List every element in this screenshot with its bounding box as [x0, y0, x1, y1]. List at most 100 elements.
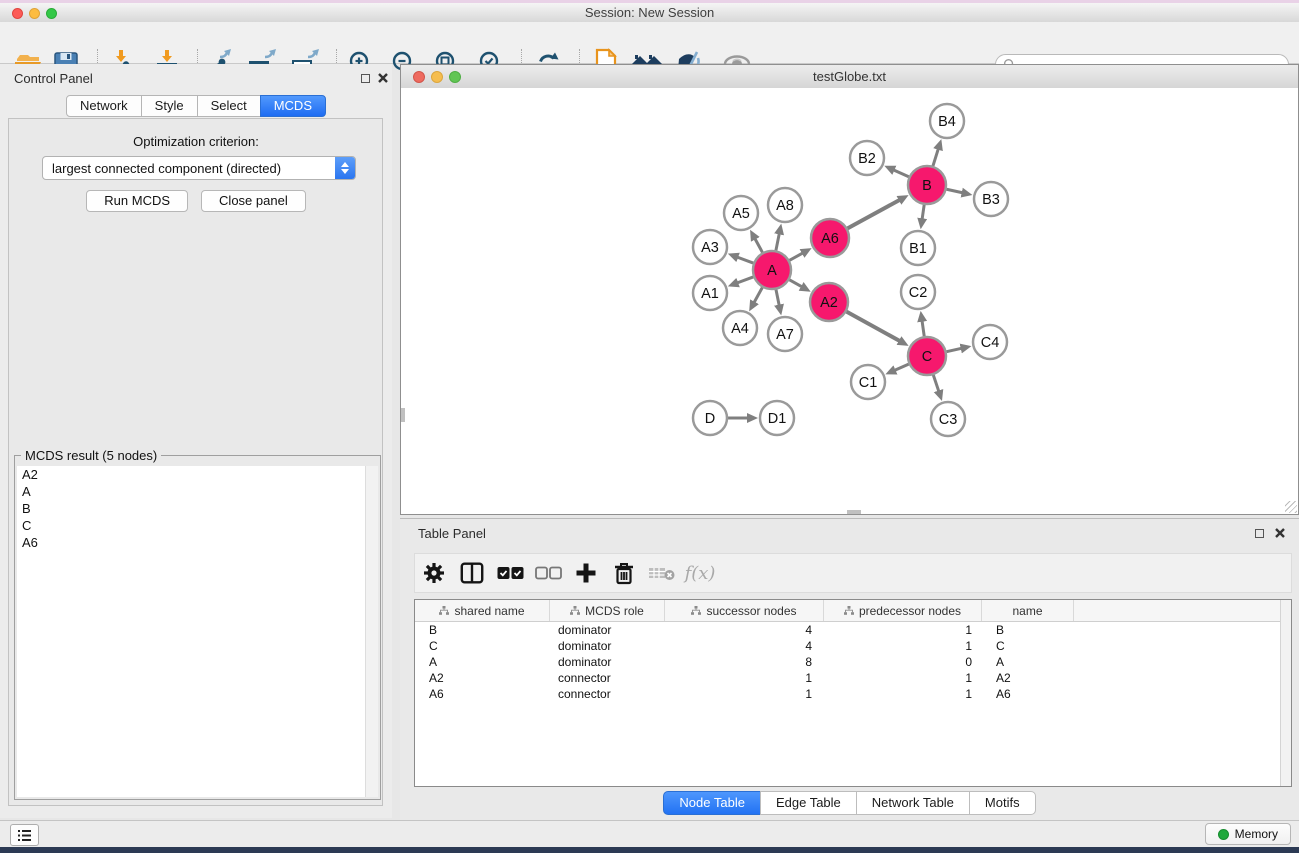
graph-edge-A-A6[interactable]: [790, 252, 804, 260]
graph-node-A2[interactable]: A2: [810, 283, 848, 321]
float-panel-button[interactable]: [358, 71, 372, 85]
table-row[interactable]: A6connector11A6: [415, 686, 1291, 702]
table-row[interactable]: Cdominator41C: [415, 638, 1291, 654]
main-titlebar[interactable]: Session: New Session: [0, 3, 1299, 23]
table-cell[interactable]: A: [415, 655, 550, 669]
graph-node-A3[interactable]: A3: [693, 230, 727, 264]
table-row[interactable]: A2connector11A2: [415, 670, 1291, 686]
graph-node-C4[interactable]: C4: [973, 325, 1007, 359]
table-cell[interactable]: 0: [824, 655, 982, 669]
task-history-button[interactable]: [10, 824, 39, 846]
tab-select[interactable]: Select: [197, 95, 261, 117]
close-panel-action-button[interactable]: Close panel: [201, 190, 306, 212]
tab-mcds[interactable]: MCDS: [260, 95, 326, 117]
graph-edge-B-B1[interactable]: [922, 205, 924, 220]
graph-node-B2[interactable]: B2: [850, 141, 884, 175]
graph-node-D[interactable]: D: [693, 401, 727, 435]
graph-node-D1[interactable]: D1: [760, 401, 794, 435]
table-cell[interactable]: 4: [665, 639, 824, 653]
table-scrollbar[interactable]: [1280, 600, 1291, 786]
network-graph[interactable]: B4B2BB3A8A5A6A3B1AA1C2A2A4A7C4CC1C3DD1: [401, 88, 1298, 514]
table-cell[interactable]: A: [982, 655, 1074, 669]
graph-node-B[interactable]: B: [908, 166, 946, 204]
graph-node-A7[interactable]: A7: [768, 317, 802, 351]
graph-edge-C-C4[interactable]: [947, 348, 963, 352]
graph-node-A5[interactable]: A5: [724, 196, 758, 230]
column-header-shared-name[interactable]: shared name: [415, 600, 550, 621]
unselect-all-columns-button[interactable]: [529, 556, 567, 590]
tab-edge-table[interactable]: Edge Table: [760, 791, 857, 815]
graph-edge-C-C3[interactable]: [933, 375, 939, 392]
graph-node-C3[interactable]: C3: [931, 402, 965, 436]
float-table-panel-button[interactable]: [1252, 526, 1266, 540]
graph-edge-A-A7[interactable]: [776, 290, 779, 307]
table-cell[interactable]: A2: [415, 671, 550, 685]
graph-edge-A-A5[interactable]: [754, 238, 762, 253]
column-header-predecessor-nodes[interactable]: predecessor nodes: [824, 600, 982, 621]
result-list-scrollbar[interactable]: [365, 466, 378, 797]
graph-node-A4[interactable]: A4: [723, 311, 757, 345]
delete-columns-button[interactable]: [605, 556, 643, 590]
graph-edge-B-B2[interactable]: [893, 169, 909, 176]
window-resize-handle[interactable]: [1285, 501, 1297, 513]
tab-network[interactable]: Network: [66, 95, 142, 117]
optimization-criterion-select[interactable]: largest connected component (directed): [42, 156, 356, 180]
function-builder-button[interactable]: f(x): [681, 556, 719, 590]
tab-motifs[interactable]: Motifs: [969, 791, 1036, 815]
graph-edge-B-B3[interactable]: [947, 189, 964, 193]
table-cell[interactable]: A6: [982, 687, 1074, 701]
table-cell[interactable]: 4: [665, 623, 824, 637]
column-header-MCDS-role[interactable]: MCDS role: [550, 600, 665, 621]
table-mode-button[interactable]: [415, 556, 453, 590]
tab-node-table[interactable]: Node Table: [663, 791, 761, 815]
table-cell[interactable]: 1: [824, 623, 982, 637]
table-cell[interactable]: 1: [824, 687, 982, 701]
graph-edge-A-A8[interactable]: [776, 232, 780, 250]
table-cell[interactable]: 8: [665, 655, 824, 669]
graph-node-C1[interactable]: C1: [851, 365, 885, 399]
network-canvas[interactable]: B4B2BB3A8A5A6A3B1AA1C2A2A4A7C4CC1C3DD1: [401, 88, 1298, 514]
table-cell[interactable]: connector: [550, 671, 665, 685]
column-header-name[interactable]: name: [982, 600, 1074, 621]
column-header-successor-nodes[interactable]: successor nodes: [665, 600, 824, 621]
run-mcds-button[interactable]: Run MCDS: [86, 190, 188, 212]
table-cell[interactable]: 1: [665, 687, 824, 701]
graph-node-A1[interactable]: A1: [693, 276, 727, 310]
graph-edge-A-A4[interactable]: [754, 288, 763, 304]
tab-network-table[interactable]: Network Table: [856, 791, 970, 815]
graph-edge-A-A3[interactable]: [736, 257, 753, 263]
graph-edge-A2-C[interactable]: [847, 312, 901, 342]
mcds-result-item[interactable]: B: [17, 500, 378, 517]
delete-rows-button[interactable]: [643, 556, 681, 590]
graph-node-A8[interactable]: A8: [768, 188, 802, 222]
mcds-result-item[interactable]: A6: [17, 534, 378, 551]
network-window-titlebar[interactable]: testGlobe.txt: [401, 65, 1298, 89]
graph-edge-C-C1[interactable]: [894, 364, 909, 371]
table-cell[interactable]: B: [415, 623, 550, 637]
graph-edge-A-A2[interactable]: [789, 280, 802, 288]
select-all-columns-button[interactable]: [491, 556, 529, 590]
table-row[interactable]: Adominator80A: [415, 654, 1291, 670]
table-cell[interactable]: dominator: [550, 639, 665, 653]
table-cell[interactable]: 1: [824, 671, 982, 685]
create-column-button[interactable]: [567, 556, 605, 590]
graph-node-B4[interactable]: B4: [930, 104, 964, 138]
graph-edge-A6-B[interactable]: [848, 199, 901, 228]
mcds-result-item[interactable]: A2: [17, 466, 378, 483]
table-cell[interactable]: B: [982, 623, 1074, 637]
table-cell[interactable]: A2: [982, 671, 1074, 685]
table-cell[interactable]: 1: [824, 639, 982, 653]
graph-node-C2[interactable]: C2: [901, 275, 935, 309]
close-table-panel-button[interactable]: [1273, 526, 1287, 540]
table-cell[interactable]: C: [415, 639, 550, 653]
table-cell[interactable]: A6: [415, 687, 550, 701]
tab-style[interactable]: Style: [141, 95, 198, 117]
mcds-result-item[interactable]: A: [17, 483, 378, 500]
table-cell[interactable]: dominator: [550, 655, 665, 669]
table-row[interactable]: Bdominator41B: [415, 622, 1291, 638]
close-panel-button[interactable]: [376, 71, 390, 85]
graph-node-B3[interactable]: B3: [974, 182, 1008, 216]
table-cell[interactable]: C: [982, 639, 1074, 653]
graph-edge-A-A1[interactable]: [736, 277, 753, 283]
graph-edge-C-C2[interactable]: [922, 320, 924, 336]
